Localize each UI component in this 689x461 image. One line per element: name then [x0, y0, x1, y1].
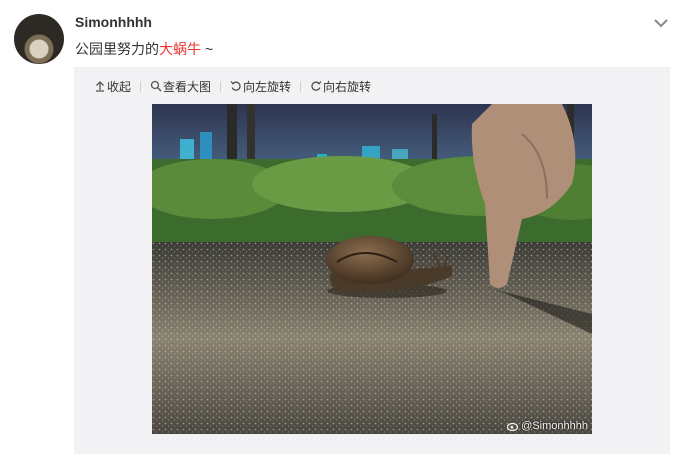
- rotate-right-icon: [311, 81, 322, 91]
- toolbar-divider: [300, 80, 302, 92]
- search-icon: [150, 80, 162, 92]
- post-text-start: 公园里努力的: [75, 41, 159, 57]
- rotate-left-button[interactable]: 向左旋转: [230, 78, 291, 95]
- collapse-label: 收起: [107, 79, 132, 94]
- photo-watermark: @Simonhhhh: [507, 420, 588, 432]
- snail-photo-illustration: [152, 104, 592, 434]
- collapse-button[interactable]: 收起: [94, 78, 131, 95]
- media-box: 收起 查看大图 向左旋转 向右旋转 @Simonhhhh: [74, 67, 670, 454]
- post-text: 公园里努力的大蜗牛 ~: [75, 39, 213, 59]
- toolbar-divider: [220, 80, 222, 92]
- view-large-button[interactable]: 查看大图: [150, 78, 211, 95]
- collapse-icon: [96, 81, 104, 92]
- view-large-label: 查看大图: [163, 79, 212, 94]
- rotate-left-label: 向左旋转: [243, 79, 292, 94]
- toolbar-divider: [140, 80, 142, 92]
- avatar[interactable]: [14, 14, 64, 64]
- username[interactable]: Simonhhhh: [75, 14, 152, 30]
- rotate-right-label: 向右旋转: [323, 79, 372, 94]
- chevron-down-icon[interactable]: [652, 14, 670, 32]
- rotate-left-icon: [230, 81, 241, 91]
- rotate-right-button[interactable]: 向右旋转: [310, 78, 371, 95]
- image-toolbar: 收起 查看大图 向左旋转 向右旋转: [94, 77, 371, 95]
- post-text-end: ~: [201, 41, 214, 57]
- post-photo[interactable]: @Simonhhhh: [152, 104, 592, 434]
- weibo-logo-icon: [507, 422, 519, 432]
- post-topic-link[interactable]: 大蜗牛: [159, 41, 201, 57]
- watermark-text: @Simonhhhh: [521, 420, 588, 432]
